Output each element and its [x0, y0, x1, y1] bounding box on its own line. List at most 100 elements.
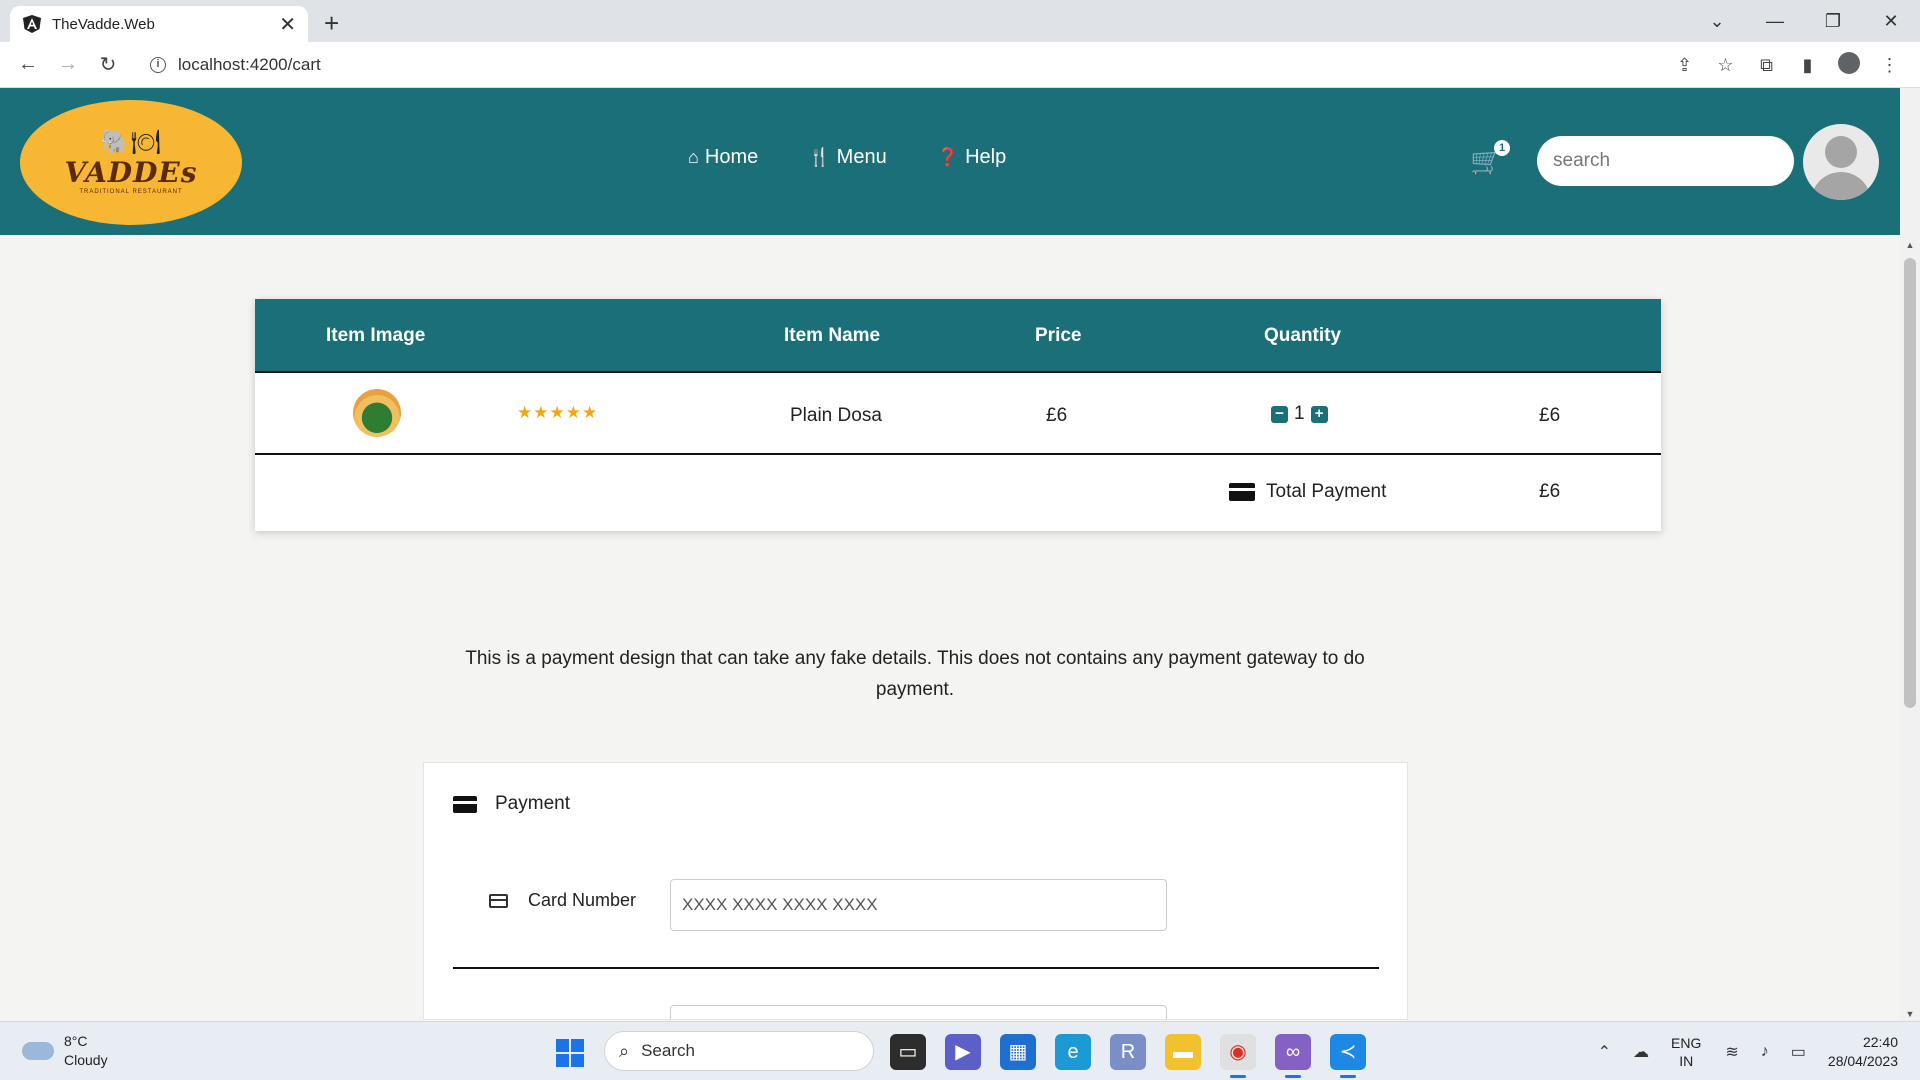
- temperature: 8°C: [64, 1033, 88, 1049]
- weather-condition: Cloudy: [64, 1052, 108, 1068]
- total-label: Total Payment: [1266, 481, 1387, 502]
- browser-tabstrip: TheVadde.Web ✕ + ⌄ — ❐ ✕: [0, 0, 1920, 42]
- home-icon: ⌂: [688, 147, 699, 167]
- item-price: £6: [1046, 405, 1068, 426]
- card-outline-icon: [489, 893, 508, 908]
- increase-quantity-icon[interactable]: +: [1310, 405, 1328, 423]
- card-number-label: Card Number: [489, 890, 636, 911]
- language-line1: ENG: [1671, 1034, 1702, 1051]
- taskbar-search[interactable]: ⌕ Search: [604, 1031, 874, 1071]
- scroll-up-icon[interactable]: ▲: [1900, 240, 1920, 250]
- store-icon[interactable]: ▦: [1000, 1034, 1036, 1070]
- nav-help-label: Help: [965, 146, 1007, 168]
- table-row: ★★★★★ Plain Dosa £6 − 1 + £6: [255, 373, 1661, 455]
- item-subtotal: £6: [1539, 405, 1561, 426]
- item-name: Plain Dosa: [790, 405, 882, 426]
- quantity-stepper: − 1 +: [1271, 403, 1328, 425]
- browser-tab[interactable]: TheVadde.Web ✕: [10, 6, 308, 42]
- visual-studio-icon[interactable]: ∞: [1275, 1034, 1311, 1078]
- extensions-icon[interactable]: ⧉: [1746, 55, 1787, 76]
- avatar-body: [1811, 172, 1871, 200]
- r-app-icon[interactable]: R: [1110, 1034, 1146, 1070]
- site-info-icon[interactable]: i: [150, 57, 166, 73]
- main-nav: ⌂ Home 🍴 Menu ❓ Help: [688, 146, 1056, 169]
- onedrive-icon[interactable]: ☁: [1633, 1042, 1649, 1062]
- nav-menu-label: Menu: [836, 146, 887, 168]
- windows-start-icon[interactable]: [556, 1039, 584, 1067]
- angular-icon: [23, 15, 41, 33]
- address-bar[interactable]: i localhost:4200/cart: [140, 49, 1680, 81]
- language-line2: IN: [1679, 1052, 1694, 1069]
- tab-search-icon[interactable]: ⌄: [1688, 11, 1746, 32]
- scrollbar-thumb[interactable]: [1904, 258, 1916, 708]
- new-tab-button[interactable]: +: [324, 8, 339, 39]
- battery-icon[interactable]: ▭: [1791, 1042, 1806, 1062]
- wifi-icon[interactable]: ≋: [1725, 1042, 1738, 1062]
- search-icon: ⌕: [619, 1040, 630, 1061]
- clock[interactable]: 22:40 28/04/2023: [1828, 1033, 1898, 1071]
- elephant-logo-icon: 🐘🍽: [100, 129, 162, 156]
- task-view-icon[interactable]: ▭: [890, 1034, 926, 1070]
- payment-title-label: Payment: [495, 793, 570, 814]
- tab-close-icon[interactable]: ✕: [279, 12, 296, 37]
- expiry-date-field[interactable]: [670, 1005, 1167, 1019]
- back-icon[interactable]: ←: [8, 53, 48, 76]
- chrome-icon[interactable]: ◉: [1220, 1034, 1256, 1078]
- nav-help[interactable]: ❓ Help: [937, 146, 1007, 169]
- date: 28/04/2023: [1827, 1052, 1898, 1069]
- teams-chat-icon[interactable]: ▶: [945, 1034, 981, 1070]
- volume-icon[interactable]: ♪: [1761, 1043, 1769, 1061]
- nav-menu[interactable]: 🍴 Menu: [808, 146, 886, 169]
- window-controls: ⌄ — ❐ ✕: [1688, 0, 1920, 42]
- chevron-up-icon[interactable]: ⌃: [1598, 1042, 1611, 1062]
- forward-icon[interactable]: →: [48, 53, 88, 76]
- decrease-quantity-icon[interactable]: −: [1271, 405, 1288, 423]
- system-tray: ⌃ ☁ ENG IN ≋ ♪ ▭ 22:40 28/04/2023: [1598, 1022, 1920, 1080]
- nav-home-label: Home: [704, 146, 759, 168]
- vscode-icon[interactable]: ≺: [1330, 1034, 1366, 1078]
- browser-toolbar: ← → ↻ i localhost:4200/cart ⇪ ☆ ⧉ ▮ ⋮: [0, 42, 1920, 88]
- share-icon[interactable]: ⇪: [1664, 55, 1705, 76]
- card-number-field[interactable]: [670, 879, 1167, 931]
- col-item-image: Item Image: [326, 325, 426, 346]
- col-price: Price: [1035, 325, 1082, 346]
- page-scrollbar[interactable]: ▲ ▼: [1900, 88, 1920, 1021]
- quantity-value: 1: [1294, 403, 1305, 424]
- kebab-menu-icon[interactable]: ⋮: [1869, 55, 1910, 76]
- restore-icon[interactable]: ❐: [1804, 11, 1862, 32]
- vaddes-logo[interactable]: 🐘🍽 VADDEs TRADITIONAL RESTAURANT: [20, 100, 242, 225]
- payment-card: Payment Card Number: [423, 762, 1408, 1020]
- profile-icon[interactable]: [1828, 51, 1869, 79]
- item-image: [353, 389, 401, 437]
- logo-text: VADDEs: [64, 156, 198, 189]
- avatar[interactable]: [1803, 124, 1879, 200]
- side-panel-icon[interactable]: ▮: [1787, 55, 1828, 76]
- col-item-name: Item Name: [784, 325, 881, 346]
- windows-taskbar: 8°C Cloudy ⌕ Search ▭ ▶ ▦ e R ▬ ◉ ∞ ≺ ⌃ …: [0, 1021, 1920, 1080]
- url-text[interactable]: localhost:4200/cart: [178, 55, 321, 75]
- file-explorer-icon[interactable]: ▬: [1165, 1034, 1201, 1070]
- payment-notice: This is a payment design that can take a…: [465, 648, 1365, 700]
- app-header: 🐘🍽 VADDEs TRADITIONAL RESTAURANT ⌂ Home 🍴…: [0, 88, 1900, 235]
- rating-stars: ★★★★★: [517, 403, 599, 422]
- nav-home[interactable]: ⌂ Home: [688, 146, 758, 169]
- divider: [453, 967, 1379, 969]
- bookmark-star-icon[interactable]: ☆: [1705, 55, 1746, 76]
- taskbar-search-label: Search: [641, 1041, 695, 1060]
- total-value: £6: [1539, 481, 1561, 502]
- edge-icon[interactable]: e: [1055, 1034, 1091, 1070]
- minimize-icon[interactable]: —: [1746, 11, 1804, 32]
- credit-card-icon: [453, 795, 479, 813]
- logo-subtitle: TRADITIONAL RESTAURANT: [79, 189, 183, 195]
- reload-icon[interactable]: ↻: [88, 52, 128, 77]
- cart-count-badge: 1: [1494, 140, 1510, 156]
- cart-button[interactable]: 🛒 1: [1470, 140, 1510, 177]
- weather-widget[interactable]: 8°C Cloudy: [22, 1032, 108, 1070]
- window-close-icon[interactable]: ✕: [1862, 11, 1920, 32]
- search-input[interactable]: [1537, 136, 1794, 186]
- cloud-icon: [22, 1042, 54, 1060]
- language-indicator[interactable]: ENG IN: [1671, 1034, 1701, 1070]
- scroll-down-icon[interactable]: ▼: [1900, 1009, 1920, 1019]
- avatar-head: [1825, 136, 1857, 168]
- question-circle-icon: ❓: [936, 147, 960, 167]
